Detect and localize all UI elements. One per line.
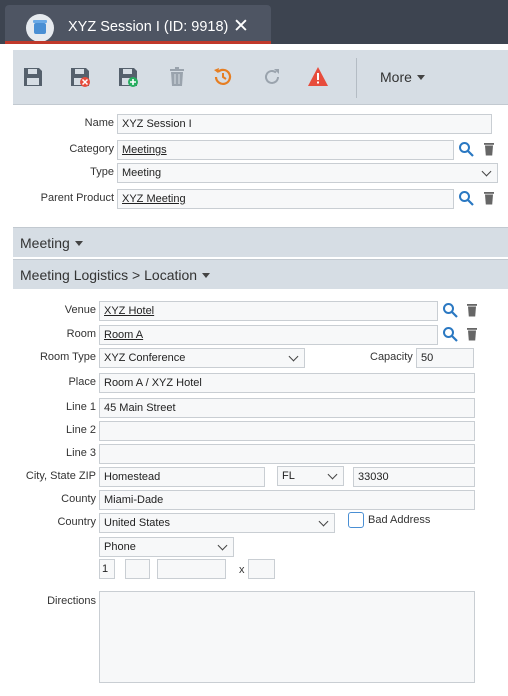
type-select[interactable]: Meeting	[117, 163, 498, 183]
venue-value: XYZ Hotel	[104, 305, 155, 317]
room-type-label: Room Type	[39, 351, 96, 363]
place-value: Room A / XYZ Hotel	[104, 377, 202, 389]
city-state-zip-label: City, State ZIP	[25, 470, 96, 482]
venue-label: Venue	[64, 304, 96, 316]
logistics-section-header[interactable]: Meeting Logistics > Location	[13, 259, 508, 289]
phone-country-code-value: 1	[102, 563, 109, 575]
capacity-value: 50	[421, 352, 434, 364]
meeting-section-header[interactable]: Meeting	[13, 227, 508, 257]
chevron-down-icon	[416, 74, 425, 80]
place-field[interactable]: Room A / XYZ Hotel	[99, 373, 475, 393]
parent-product-lookup-field[interactable]: XYZ Meeting	[117, 189, 454, 209]
phone-type-select[interactable]: Phone	[99, 537, 234, 557]
active-tab-indicator	[5, 41, 271, 44]
city-field[interactable]: Homestead	[99, 467, 265, 487]
trash-icon[interactable]	[481, 141, 497, 157]
history-icon[interactable]	[212, 66, 234, 88]
venue-lookup-field[interactable]: XYZ Hotel	[99, 301, 438, 321]
address-line1-field[interactable]: 45 Main Street	[99, 398, 475, 418]
line1-value: 45 Main Street	[104, 402, 176, 414]
line1-label: Line 1	[66, 401, 96, 413]
place-label: Place	[68, 376, 96, 388]
search-icon[interactable]	[458, 190, 474, 206]
state-select[interactable]: FL	[277, 466, 344, 486]
name-field[interactable]: XYZ Session I	[117, 114, 492, 134]
delete-icon[interactable]	[166, 66, 188, 88]
directions-textarea[interactable]	[99, 591, 475, 683]
trash-icon[interactable]	[464, 302, 480, 318]
room-type-select[interactable]: XYZ Conference	[99, 348, 305, 368]
room-type-value: XYZ Conference	[104, 352, 186, 364]
save-icon[interactable]	[22, 66, 44, 88]
country-value: United States	[104, 517, 171, 529]
category-lookup-field[interactable]: Meetings	[117, 140, 454, 160]
chevron-down-icon	[74, 240, 83, 246]
bad-address-checkbox[interactable]	[348, 512, 364, 528]
zip-field[interactable]: 33030	[353, 467, 475, 487]
phone-area-code-field[interactable]	[125, 559, 150, 579]
save-close-icon[interactable]	[69, 66, 91, 88]
county-label: County	[61, 493, 96, 505]
line2-label: Line 2	[66, 424, 96, 436]
search-icon[interactable]	[442, 302, 458, 318]
save-new-icon[interactable]	[117, 66, 139, 88]
more-label: More	[380, 69, 412, 85]
window-titlebar: XYZ Session I (ID: 9918) ✕	[0, 0, 508, 44]
toolbar: More	[13, 50, 508, 105]
trash-icon[interactable]	[481, 190, 497, 206]
line3-label: Line 3	[66, 447, 96, 459]
parent-product-value: XYZ Meeting	[122, 193, 186, 205]
window-title: XYZ Session I (ID: 9918)	[68, 19, 229, 35]
type-label: Type	[90, 166, 114, 178]
warning-icon[interactable]	[307, 66, 329, 88]
phone-country-code-field[interactable]: 1	[99, 559, 115, 579]
parent-product-label: Parent Product	[40, 192, 114, 204]
capacity-label: Capacity	[370, 351, 413, 363]
city-value: Homestead	[104, 471, 161, 483]
category-value: Meetings	[122, 144, 167, 156]
name-label: Name	[84, 117, 114, 129]
county-value: Miami-Dade	[104, 494, 164, 506]
refresh-icon[interactable]	[261, 66, 283, 88]
phone-extension-separator: x	[239, 564, 245, 576]
state-value: FL	[282, 470, 295, 482]
search-icon[interactable]	[442, 326, 458, 342]
bad-address-label: Bad Address	[368, 514, 431, 526]
phone-extension-field[interactable]	[248, 559, 275, 579]
meeting-section-title: Meeting	[20, 235, 70, 251]
directions-label: Directions	[47, 595, 96, 607]
trash-icon[interactable]	[464, 326, 480, 342]
address-line2-field[interactable]	[99, 421, 475, 441]
logistics-section-title: Meeting Logistics > Location	[20, 267, 198, 283]
record-tab[interactable]: XYZ Session I (ID: 9918) ✕	[5, 5, 271, 44]
search-icon[interactable]	[458, 141, 474, 157]
phone-type-value: Phone	[104, 541, 136, 553]
close-icon[interactable]: ✕	[233, 17, 249, 37]
country-select[interactable]: United States	[99, 513, 335, 533]
address-line3-field[interactable]	[99, 444, 475, 464]
chevron-down-icon	[202, 272, 211, 278]
country-label: Country	[57, 516, 96, 528]
type-value: Meeting	[122, 167, 162, 179]
more-menu-button[interactable]: More	[380, 69, 425, 85]
capacity-field[interactable]: 50	[416, 348, 474, 368]
room-lookup-field[interactable]: Room A	[99, 325, 438, 345]
name-value: XYZ Session I	[122, 118, 192, 130]
toolbar-separator	[356, 58, 357, 98]
room-label: Room	[66, 328, 96, 340]
phone-number-field[interactable]	[157, 559, 226, 579]
county-field[interactable]: Miami-Dade	[99, 490, 475, 510]
category-label: Category	[69, 143, 114, 155]
product-box-icon	[26, 14, 54, 42]
room-value: Room A	[104, 329, 144, 341]
zip-value: 33030	[358, 471, 389, 483]
